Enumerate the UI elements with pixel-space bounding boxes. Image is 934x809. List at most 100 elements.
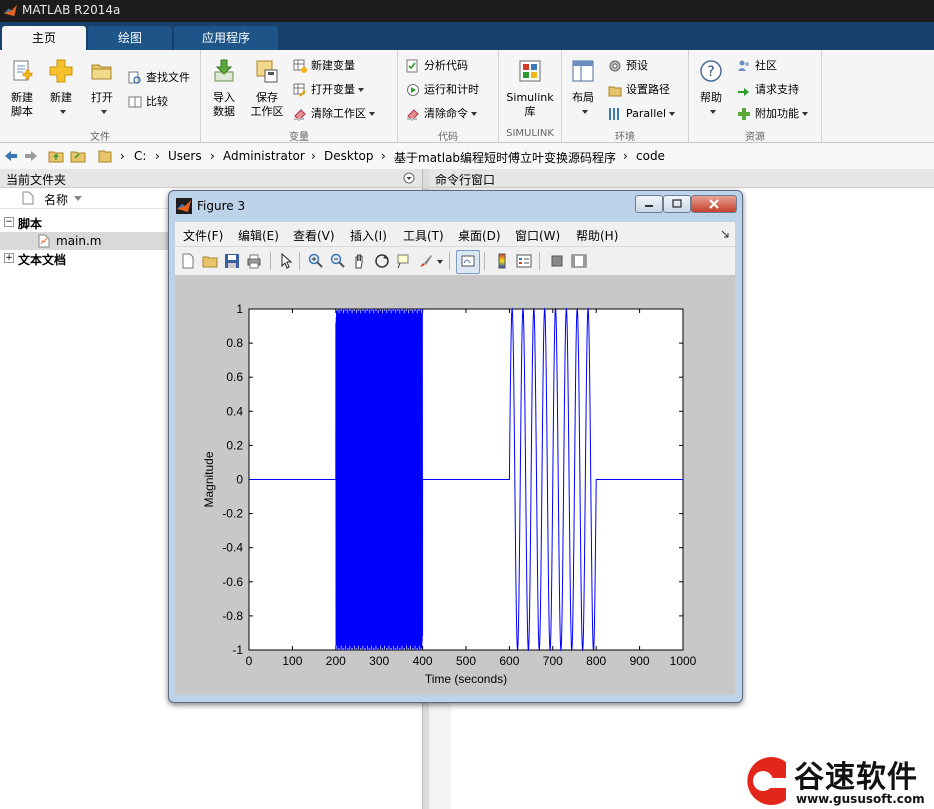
menu-view[interactable]: 查看(V) [293, 227, 335, 244]
addons-icon [738, 108, 750, 120]
breadcrumb-item-project[interactable]: 基于matlab编程短时傅立叶变换源码程序 [394, 149, 616, 166]
clear-commands-button[interactable]: 清除命令 [406, 104, 477, 124]
breadcrumb-separator: › [623, 149, 628, 163]
tab-plots[interactable]: 绘图 [88, 26, 172, 50]
x-tick-label: 700 [543, 654, 563, 668]
menu-help[interactable]: 帮助(H) [576, 227, 618, 244]
link-plot-icon [461, 255, 475, 267]
list-item[interactable]: main.m [0, 232, 168, 250]
maximize-button[interactable] [663, 195, 691, 213]
figure-window[interactable]: Figure 3 文件(F) 编辑(E) 查看(V) 插入(I) 工具(T) 桌… [168, 190, 743, 703]
tab-apps[interactable]: 应用程序 [174, 26, 278, 50]
pan-hand-icon[interactable] [352, 253, 368, 269]
breadcrumb-item-users[interactable]: Users [168, 149, 202, 163]
dock-arrow-icon[interactable] [721, 230, 729, 238]
find-files-button[interactable]: 查找文件 [128, 68, 190, 88]
up-folder-icon[interactable] [48, 148, 64, 164]
sort-arrow-icon[interactable] [74, 196, 82, 201]
x-tick-label: 0 [246, 654, 253, 668]
pointer-icon[interactable] [278, 253, 294, 269]
menu-window[interactable]: 窗口(W) [515, 227, 560, 244]
menu-desktop[interactable]: 桌面(D) [458, 227, 501, 244]
menu-edit[interactable]: 编辑(E) [238, 227, 279, 244]
open-file-icon[interactable] [202, 253, 218, 269]
find-files-label: 查找文件 [146, 71, 190, 84]
preferences-button[interactable]: 预设 [608, 56, 648, 76]
addons-button[interactable]: 附加功能 [737, 104, 808, 124]
help-button[interactable]: ? 帮助 [693, 58, 729, 119]
chevron-down-icon[interactable] [471, 112, 477, 116]
colorbar-icon[interactable] [494, 253, 510, 269]
zoom-in-icon[interactable] [308, 253, 324, 269]
set-path-button[interactable]: 设置路径 [608, 80, 670, 100]
compare-label: 比较 [146, 95, 168, 108]
command-window-header: 命令行窗口 [429, 169, 934, 188]
y-tick-label: 0.6 [226, 370, 243, 384]
chevron-down-icon[interactable] [358, 88, 364, 92]
m-file-icon [38, 234, 50, 248]
new-script-label: 新建 脚本 [11, 91, 33, 118]
menu-tools[interactable]: 工具(T) [403, 227, 444, 244]
name-column-header[interactable]: 名称 [44, 191, 68, 208]
breadcrumb-separator: › [311, 149, 316, 163]
save-workspace-button[interactable]: 保存 工作区 [247, 58, 287, 119]
chevron-down-icon[interactable] [369, 112, 375, 116]
clear-workspace-button[interactable]: 清除工作区 [293, 104, 375, 124]
chevron-down-icon[interactable] [802, 112, 808, 116]
new-variable-button[interactable]: 新建变量 [293, 56, 355, 76]
show-plot-tools-icon[interactable] [571, 253, 587, 269]
ribbon-tab-bar: 主页 绘图 应用程序 [0, 22, 934, 50]
compare-button[interactable]: 比较 [128, 92, 168, 112]
save-icon[interactable] [224, 253, 240, 269]
window-title: MATLAB R2014a [22, 3, 121, 17]
menu-insert[interactable]: 插入(I) [350, 227, 387, 244]
panel-actions-icon[interactable] [403, 172, 415, 184]
breadcrumb-item-administrator[interactable]: Administrator [223, 149, 305, 163]
community-button[interactable]: 社区 [737, 56, 777, 76]
hide-plot-tools-icon[interactable] [549, 253, 565, 269]
tab-home[interactable]: 主页 [2, 26, 86, 50]
link-plot-button[interactable] [456, 250, 480, 274]
group-label-code: 代码 [438, 132, 458, 143]
open-button[interactable]: 打开 [84, 58, 120, 119]
minimize-button[interactable] [635, 195, 663, 213]
group-label-file: 文件 [90, 132, 110, 143]
zoom-out-icon[interactable] [330, 253, 346, 269]
collapse-icon[interactable]: − [4, 217, 14, 227]
save-workspace-icon [256, 60, 278, 83]
analyze-code-button[interactable]: 分析代码 [406, 56, 468, 76]
data-cursor-icon[interactable] [396, 253, 412, 269]
forward-arrow-icon[interactable] [24, 149, 38, 163]
request-support-button[interactable]: 请求支持 [737, 80, 799, 100]
simulink-library-button[interactable]: Simulink 库 [503, 58, 557, 119]
breadcrumb-item-code[interactable]: code [636, 149, 665, 163]
rotate-3d-icon[interactable] [374, 253, 390, 269]
new-figure-icon[interactable] [180, 253, 196, 269]
community-label: 社区 [755, 59, 777, 72]
print-icon[interactable] [246, 253, 262, 269]
run-and-time-icon [407, 84, 419, 96]
new-script-button[interactable]: 新建 脚本 [4, 58, 40, 119]
new-button[interactable]: 新建 [44, 58, 78, 119]
back-arrow-icon[interactable] [4, 149, 18, 163]
import-data-button[interactable]: 导入 数据 [205, 58, 243, 119]
layout-button[interactable]: 布局 [566, 58, 600, 119]
parallel-button[interactable]: Parallel [608, 104, 676, 124]
open-variable-button[interactable]: 打开变量 [293, 80, 364, 100]
expand-icon[interactable]: + [4, 253, 14, 263]
x-tick-label: 400 [413, 654, 433, 668]
run-and-time-button[interactable]: 运行和计时 [406, 80, 479, 100]
save-workspace-label: 保存 工作区 [250, 91, 284, 118]
breadcrumb-item-c[interactable]: C: [134, 149, 146, 163]
analyze-code-icon [406, 59, 418, 73]
chevron-down-icon[interactable] [437, 260, 443, 264]
chevron-down-icon[interactable] [669, 112, 676, 116]
breadcrumb-item-desktop[interactable]: Desktop [324, 149, 374, 163]
menu-file[interactable]: 文件(F) [183, 227, 223, 244]
browse-folder-icon[interactable] [70, 148, 86, 164]
legend-icon[interactable] [516, 253, 532, 269]
close-button[interactable] [691, 195, 737, 213]
brush-icon[interactable] [418, 253, 434, 269]
y-tick-label: 0.2 [226, 438, 243, 452]
y-tick-label: 1 [236, 302, 243, 316]
